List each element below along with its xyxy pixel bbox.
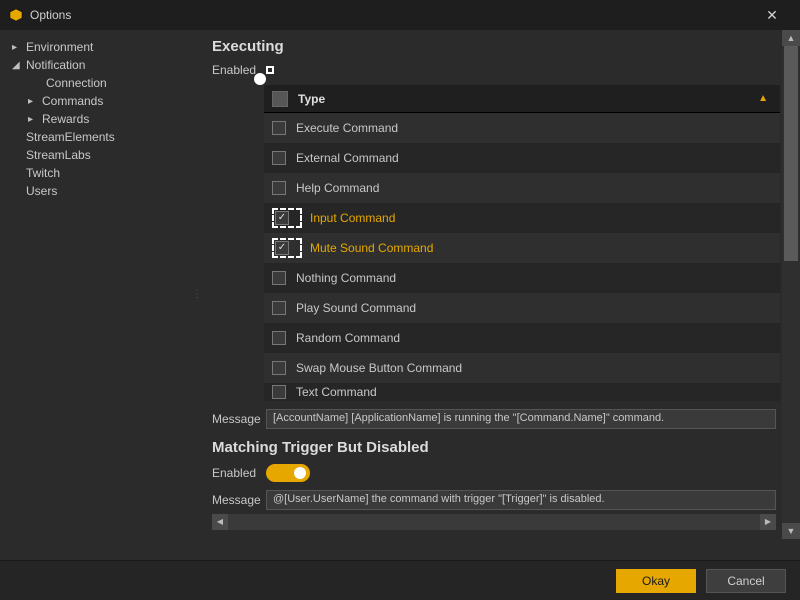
sidebar-item-streamlabs[interactable]: StreamLabs bbox=[4, 146, 196, 164]
row-checkbox[interactable] bbox=[272, 331, 286, 345]
row-checkbox[interactable] bbox=[272, 121, 286, 135]
disabled-message-input[interactable]: @[User.UserName] the command with trigge… bbox=[266, 490, 776, 510]
sidebar-item-streamelements[interactable]: StreamElements bbox=[4, 128, 196, 146]
window-title: Options bbox=[30, 8, 752, 22]
row-checkbox[interactable] bbox=[272, 181, 286, 195]
sidebar-item-label: StreamLabs bbox=[24, 148, 91, 162]
sidebar-item-rewards[interactable]: ▸ Rewards bbox=[4, 110, 196, 128]
table-row[interactable]: Mute Sound Command bbox=[264, 233, 780, 263]
horizontal-scrollbar[interactable]: ◀ ▶ bbox=[212, 514, 776, 530]
sidebar-item-commands[interactable]: ▸ Commands bbox=[4, 92, 196, 110]
row-label: Help Command bbox=[296, 181, 379, 195]
message-label: Message bbox=[212, 412, 266, 426]
executing-message-input[interactable]: [AccountName] [ApplicationName] is runni… bbox=[266, 409, 776, 429]
sidebar: ▸ Environment ◢ Notification Connection … bbox=[0, 30, 200, 560]
row-label: Swap Mouse Button Command bbox=[296, 361, 462, 375]
sidebar-item-label: Commands bbox=[40, 94, 103, 108]
close-button[interactable]: ✕ bbox=[752, 7, 792, 24]
row-checkbox[interactable] bbox=[272, 271, 286, 285]
scroll-thumb[interactable] bbox=[784, 46, 798, 261]
row-label: Mute Sound Command bbox=[310, 241, 433, 255]
command-grid: Type ▲ Execute Command External Command bbox=[264, 85, 780, 401]
executing-message-row: Message [AccountName] [ApplicationName] … bbox=[212, 409, 776, 429]
highlight-box bbox=[272, 208, 302, 228]
table-row[interactable]: Execute Command bbox=[264, 113, 780, 143]
footer: Okay Cancel bbox=[0, 560, 800, 600]
caret-icon: ▸ bbox=[28, 114, 40, 125]
grid-header-label: Type bbox=[298, 92, 758, 106]
row-checkbox[interactable] bbox=[275, 241, 289, 255]
highlight-box bbox=[272, 238, 302, 258]
sidebar-item-environment[interactable]: ▸ Environment bbox=[4, 38, 196, 56]
table-row[interactable]: Play Sound Command bbox=[264, 293, 780, 323]
panel-scrollbar[interactable]: ▲ ▼ bbox=[782, 30, 800, 539]
sidebar-item-label: StreamElements bbox=[24, 130, 115, 144]
disabled-enabled-row: Enabled bbox=[212, 464, 776, 482]
row-label: Input Command bbox=[310, 211, 395, 225]
window-body: ▸ Environment ◢ Notification Connection … bbox=[0, 30, 800, 560]
scroll-right-icon[interactable]: ▶ bbox=[760, 514, 776, 530]
sidebar-item-label: Environment bbox=[24, 40, 93, 54]
grid-header[interactable]: Type ▲ bbox=[264, 85, 780, 113]
header-checkbox[interactable] bbox=[272, 91, 288, 107]
row-label: Play Sound Command bbox=[296, 301, 416, 315]
sort-indicator-icon: ▲ bbox=[758, 93, 768, 104]
sidebar-item-notification[interactable]: ◢ Notification bbox=[4, 56, 196, 74]
row-checkbox[interactable] bbox=[272, 301, 286, 315]
app-icon bbox=[8, 7, 24, 23]
sidebar-item-label: Notification bbox=[24, 58, 85, 72]
table-row[interactable]: Input Command bbox=[264, 203, 780, 233]
options-window: Options ✕ ▸ Environment ◢ Notification C… bbox=[0, 0, 800, 600]
cancel-button[interactable]: Cancel bbox=[706, 569, 786, 593]
table-row[interactable]: Swap Mouse Button Command bbox=[264, 353, 780, 383]
disabled-message-row: Message @[User.UserName] the command wit… bbox=[212, 490, 776, 510]
sidebar-item-users[interactable]: Users bbox=[4, 182, 196, 200]
row-checkbox[interactable] bbox=[275, 211, 289, 225]
sidebar-item-label: Users bbox=[24, 184, 57, 198]
executing-heading: Executing bbox=[212, 38, 780, 55]
titlebar: Options ✕ bbox=[0, 0, 800, 30]
enabled-label: Enabled bbox=[212, 466, 266, 480]
scroll-left-icon[interactable]: ◀ bbox=[212, 514, 228, 530]
message-label: Message bbox=[212, 493, 266, 507]
okay-button[interactable]: Okay bbox=[616, 569, 696, 593]
row-checkbox[interactable] bbox=[272, 385, 286, 399]
row-checkbox[interactable] bbox=[272, 151, 286, 165]
sidebar-item-connection[interactable]: Connection bbox=[4, 74, 196, 92]
scroll-down-icon[interactable]: ▼ bbox=[782, 523, 800, 539]
table-row[interactable]: Text Command bbox=[264, 383, 780, 401]
sidebar-item-label: Connection bbox=[44, 76, 107, 90]
caret-down-icon: ◢ bbox=[12, 60, 24, 71]
highlight-box bbox=[266, 66, 274, 74]
table-row[interactable]: Random Command bbox=[264, 323, 780, 353]
table-row[interactable]: External Command bbox=[264, 143, 780, 173]
disabled-enabled-toggle[interactable] bbox=[266, 464, 310, 482]
grid-body: Execute Command External Command Help Co… bbox=[264, 113, 780, 401]
row-label: Nothing Command bbox=[296, 271, 396, 285]
executing-enabled-row: Enabled bbox=[212, 63, 776, 77]
row-label: Random Command bbox=[296, 331, 400, 345]
row-label: External Command bbox=[296, 151, 399, 165]
caret-icon: ▸ bbox=[12, 42, 24, 53]
sidebar-item-label: Rewards bbox=[40, 112, 89, 126]
table-row[interactable]: Nothing Command bbox=[264, 263, 780, 293]
scroll-up-icon[interactable]: ▲ bbox=[782, 30, 800, 46]
main-content: Executing Enabled Type ▲ bbox=[208, 38, 780, 552]
sidebar-item-twitch[interactable]: Twitch bbox=[4, 164, 196, 182]
row-label: Execute Command bbox=[296, 121, 398, 135]
main-panel: Executing Enabled Type ▲ bbox=[200, 30, 800, 560]
sidebar-item-label: Twitch bbox=[24, 166, 60, 180]
disabled-heading: Matching Trigger But Disabled bbox=[212, 439, 780, 456]
row-checkbox[interactable] bbox=[272, 361, 286, 375]
caret-icon: ▸ bbox=[28, 96, 40, 107]
row-label: Text Command bbox=[296, 385, 377, 399]
table-row[interactable]: Help Command bbox=[264, 173, 780, 203]
